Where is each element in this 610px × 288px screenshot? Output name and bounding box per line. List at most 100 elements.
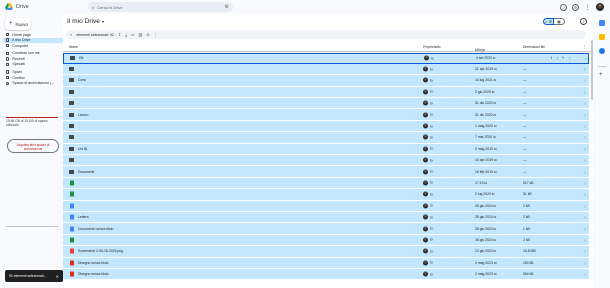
sidebar-item-recent[interactable]: Recenti xyxy=(3,56,63,61)
more-options-icon[interactable]: ⋮ xyxy=(583,124,587,129)
table-row[interactable]: io 31 dic 2020 io — ⋮ xyxy=(63,98,589,110)
search-input[interactable]: Cerca in Drive xyxy=(97,5,122,10)
more-options-icon[interactable]: ⋮ xyxy=(583,78,587,83)
file-list-scrollbar[interactable] xyxy=(591,40,593,100)
table-row[interactable]: io 1 mag 2020 io — ⋮ xyxy=(63,120,589,133)
column-size[interactable]: Dimensioni file xyxy=(523,45,545,49)
file-name[interactable]: Corsi xyxy=(78,78,86,82)
file-name[interactable]: Git xyxy=(79,56,83,60)
more-options-icon[interactable]: ⋮ xyxy=(583,192,587,197)
column-owner[interactable]: Proprietario xyxy=(423,45,441,49)
link-icon[interactable]: ⊘ xyxy=(146,32,149,37)
more-options-icon[interactable]: ⋮ xyxy=(583,146,587,151)
list-view-button[interactable]: ✓ ☰ xyxy=(543,18,554,25)
search-options-icon[interactable]: ⚙ xyxy=(225,4,229,10)
download-row-icon[interactable]: ⤓ xyxy=(557,56,559,60)
sidebar-item-trash[interactable]: Cestino xyxy=(3,75,63,80)
table-row[interactable]: Disegno senza titolo io 2 mag 2023 io 150 k… xyxy=(63,257,589,269)
owner-avatar xyxy=(423,169,428,175)
info-icon[interactable]: i xyxy=(580,18,587,25)
sidebar-item-starred[interactable]: Speciali xyxy=(3,62,63,67)
file-name[interactable]: Lettera xyxy=(78,215,89,219)
help-icon[interactable]: ? xyxy=(560,3,567,11)
delete-icon[interactable]: ▥ xyxy=(138,32,142,37)
table-row[interactable]: io 10 apr 2019 io — ⋮ xyxy=(63,155,589,167)
storage-usage-text: 15,66 GB di 15 GB di spazio utilizzato xyxy=(6,119,48,128)
sidebar-scrollbar[interactable] xyxy=(5,226,59,227)
owner-label: io xyxy=(430,112,433,117)
file-name[interactable]: Documento senza titolo xyxy=(78,227,113,231)
more-options-icon[interactable]: ⋮ xyxy=(583,249,587,254)
share-icon[interactable]: ⇪ xyxy=(118,32,121,37)
table-row[interactable]: io 21 apr 2019 io — ⋮ xyxy=(63,63,589,76)
more-actions-icon[interactable]: ⋮ xyxy=(154,32,158,37)
more-options-icon[interactable]: ⋮ xyxy=(583,237,587,242)
table-row[interactable]: Git io 4 set 2020 io ⇪ ⤓ ✎ ☆ ⋮ xyxy=(63,52,589,64)
more-options-icon[interactable]: ⋮ xyxy=(583,215,587,220)
more-options-icon[interactable]: ⋮ xyxy=(583,101,587,106)
more-options-icon[interactable]: ⋮ xyxy=(583,260,587,265)
table-row[interactable]: io 7 mar 2020 io — ⋮ xyxy=(63,132,589,144)
search-icon[interactable]: ⌕ xyxy=(92,5,94,10)
search-bar[interactable]: ⌕ Cerca in Drive ⚙ xyxy=(88,2,233,12)
rename-row-icon[interactable]: ✎ xyxy=(562,56,565,60)
calendar-icon[interactable] xyxy=(599,20,605,26)
page-title[interactable]: Il mio Drive ▾ xyxy=(67,18,104,25)
settings-icon[interactable]: ⚙ xyxy=(572,3,579,11)
move-icon[interactable]: ⇨ xyxy=(131,32,134,37)
tasks-icon[interactable] xyxy=(599,48,605,54)
file-name[interactable]: Screenshot 2-06-16-2024.png xyxy=(78,249,123,253)
file-name[interactable]: Documenti xyxy=(78,170,94,174)
table-row[interactable]: Lettera io 28 giu 2024 io 2 kB ⋮ xyxy=(63,211,589,224)
close-selection-icon[interactable]: × xyxy=(70,32,72,37)
add-addon-icon[interactable]: + xyxy=(599,72,603,78)
file-name[interactable]: Lavoro xyxy=(78,113,88,117)
share-row-icon[interactable]: ⇪ xyxy=(550,56,553,60)
keep-icon[interactable] xyxy=(599,34,605,40)
snackbar-close-icon[interactable]: ✕ xyxy=(56,274,59,279)
more-options-icon[interactable]: ⋮ xyxy=(583,203,587,208)
table-row[interactable]: Uni BL io 2 mag 2019 io — ⋮ xyxy=(63,143,589,156)
table-row[interactable]: Lavoro io 31 dic 2020 io — ⋮ xyxy=(63,109,589,121)
more-options-icon[interactable]: ⋮ xyxy=(583,226,587,231)
sidebar-item-spam[interactable]: Spam xyxy=(3,69,63,74)
table-row[interactable]: io 28 giu 2024 io 2 kB ⋮ xyxy=(63,200,589,212)
file-name[interactable]: Disegno senza titolo xyxy=(78,261,109,265)
sidebar-item-home[interactable]: Home page xyxy=(3,32,63,37)
table-row[interactable]: Corsi io 14 lug 2021 io — ⋮ xyxy=(63,75,589,87)
buy-storage-button[interactable]: Acquista altro spazio di archiviazione xyxy=(7,139,59,153)
more-options-icon[interactable]: ⋮ xyxy=(584,56,588,61)
table-row[interactable]: io 2 lug 2024 io 31 kB ⋮ xyxy=(63,189,589,201)
sidebar-item-label: Home page xyxy=(12,32,31,37)
table-row[interactable]: Documento senza titolo io 28 giu 2024 io 1 … xyxy=(63,223,589,235)
drive-logo[interactable]: Drive xyxy=(5,3,29,10)
grid-view-button[interactable]: ▦ xyxy=(554,18,565,25)
more-options-icon[interactable]: ⋮ xyxy=(583,67,587,72)
star-row-icon[interactable]: ☆ xyxy=(568,56,571,60)
new-button[interactable]: + Nuovo xyxy=(5,18,31,30)
apps-grid-icon[interactable]: ⋮ xyxy=(584,4,591,11)
more-options-icon[interactable]: ⋮ xyxy=(583,158,587,163)
sidebar-item-storage[interactable]: Spazio di archiviazione (... xyxy=(3,81,63,86)
sidebar-item-my-drive[interactable]: Il mio Drive xyxy=(3,37,63,43)
column-more-icon[interactable]: ⋮ xyxy=(583,45,586,49)
more-options-icon[interactable]: ⋮ xyxy=(583,272,587,277)
more-options-icon[interactable]: ⋮ xyxy=(583,180,587,185)
file-name[interactable]: Disegno senza titolo xyxy=(78,272,109,276)
download-icon[interactable]: ⤓ xyxy=(125,32,127,37)
more-options-icon[interactable]: ⋮ xyxy=(583,169,587,174)
table-row[interactable]: io 17:19 io 517 kB ⋮ xyxy=(63,177,589,190)
table-row[interactable]: io 2 giu 2020 io — ⋮ xyxy=(63,86,589,99)
table-row[interactable]: Screenshot 2-06-16-2024.png io 12 giu 2024… xyxy=(63,246,589,258)
more-options-icon[interactable]: ⋮ xyxy=(583,89,587,94)
sidebar-item-computers[interactable]: Computer xyxy=(3,43,63,48)
more-options-icon[interactable]: ⋮ xyxy=(583,135,587,140)
table-row[interactable]: io 28 giu 2024 io 2 kB ⋮ xyxy=(63,234,589,247)
account-avatar[interactable] xyxy=(596,3,604,11)
table-row[interactable]: Disegno senza titolo io 2 mag 2023 io 564 k… xyxy=(63,268,589,281)
more-options-icon[interactable]: ⋮ xyxy=(583,112,587,117)
column-name[interactable]: Nome xyxy=(69,45,78,49)
table-row[interactable]: Documenti io 16 feb 2019 io — ⋮ xyxy=(63,166,589,178)
file-name[interactable]: Uni BL xyxy=(78,147,88,151)
sidebar-item-shared[interactable]: Condivisi con me xyxy=(3,51,63,56)
